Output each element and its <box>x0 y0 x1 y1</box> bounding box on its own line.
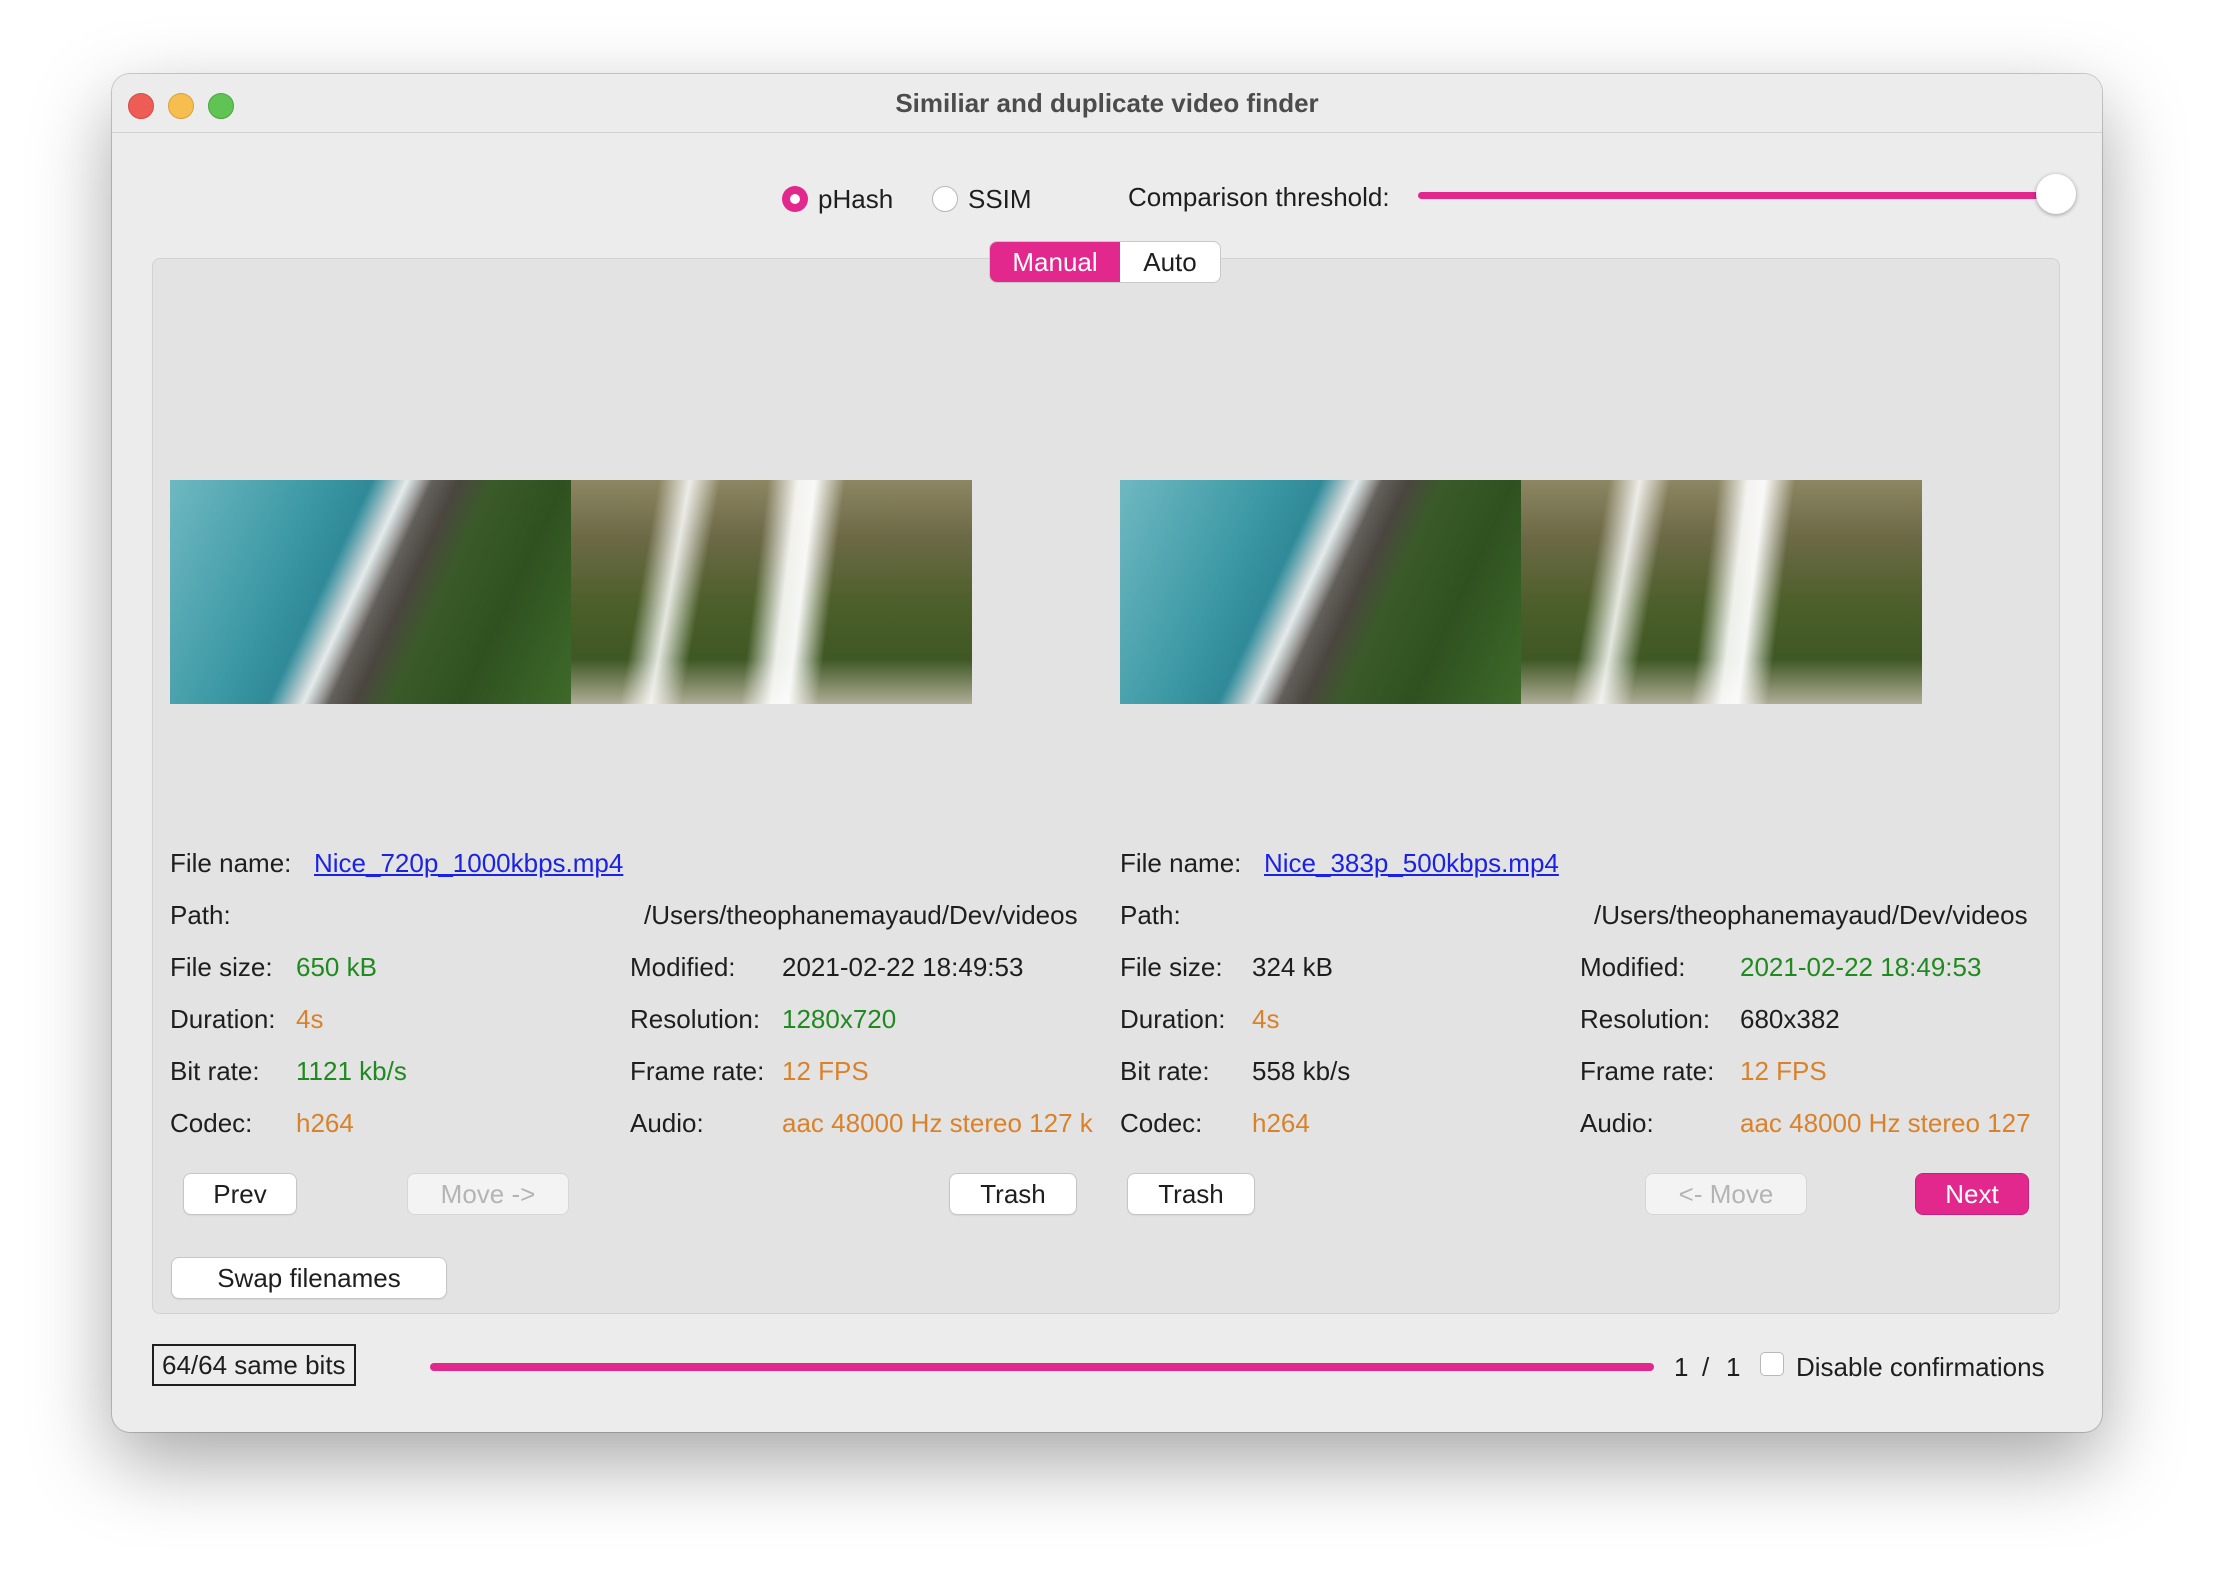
left-frame-coast <box>170 480 571 704</box>
right-duration-value: 4s <box>1252 1004 1280 1034</box>
tab-auto[interactable]: Auto <box>1120 242 1220 282</box>
right-audio-label: Audio: <box>1580 1108 1654 1138</box>
right-codec-label: Codec: <box>1120 1108 1203 1138</box>
comparison-progress-bar <box>430 1363 1654 1371</box>
right-video-thumbnail <box>1120 480 1922 704</box>
right-resolution-value: 680x382 <box>1740 1004 1840 1034</box>
right-path-value: /Users/theophanemayaud/Dev/videos <box>1594 900 2028 930</box>
right-modified-label: Modified: <box>1580 952 1686 982</box>
disable-confirmations-label[interactable]: Disable confirmations <box>1796 1352 2045 1383</box>
right-file-size-label: File size: <box>1120 952 1223 982</box>
right-duration-label: Duration: <box>1120 1004 1226 1034</box>
next-button[interactable]: Next <box>1916 1174 2028 1214</box>
left-video-thumbnail <box>170 480 972 704</box>
trash-left-button[interactable]: Trash <box>950 1174 1076 1214</box>
right-bit-rate-value: 558 kb/s <box>1252 1056 1351 1086</box>
total-count: 1 <box>1726 1352 1741 1382</box>
threshold-slider-knob[interactable] <box>2036 174 2076 214</box>
left-frame-rate-value: 12 FPS <box>782 1056 869 1086</box>
move-left-button[interactable]: <- Move <box>1646 1174 1806 1214</box>
radio-ssim-label[interactable]: SSIM <box>968 184 1032 215</box>
window-title: Similiar and duplicate video finder <box>895 88 1319 118</box>
right-frame-rate-label: Frame rate: <box>1580 1056 1715 1086</box>
disable-confirmations-checkbox[interactable] <box>1760 1352 1784 1376</box>
right-modified-value: 2021-02-22 18:49:53 <box>1740 952 1982 982</box>
current-index: 1 <box>1674 1352 1689 1382</box>
left-duration-label: Duration: <box>170 1004 276 1034</box>
right-file-name-link[interactable]: Nice_383p_500kbps.mp4 <box>1264 848 1559 879</box>
right-resolution-label: Resolution: <box>1580 1004 1711 1034</box>
left-file-name-link[interactable]: Nice_720p_1000kbps.mp4 <box>314 848 623 879</box>
left-codec-label: Codec: <box>170 1108 253 1138</box>
left-codec-value: h264 <box>296 1108 354 1138</box>
right-file-name-label: File name: <box>1120 848 1242 878</box>
right-audio-value: aac 48000 Hz stereo 127 <box>1740 1108 2031 1138</box>
left-modified-value: 2021-02-22 18:49:53 <box>782 952 1024 982</box>
left-file-name-label: File name: <box>170 848 292 878</box>
right-codec-value: h264 <box>1252 1108 1310 1138</box>
left-modified-label: Modified: <box>630 952 736 982</box>
title-bar: Similiar and duplicate video finder <box>112 74 2102 133</box>
move-right-button[interactable]: Move -> <box>408 1174 568 1214</box>
swap-filenames-button[interactable]: Swap filenames <box>172 1258 446 1298</box>
radio-phash[interactable] <box>782 186 808 212</box>
left-file-size-value: 650 kB <box>296 952 377 982</box>
left-bit-rate-value: 1121 kb/s <box>296 1056 407 1086</box>
threshold-slider-track[interactable] <box>1418 192 2074 199</box>
left-path-label: Path: <box>170 900 231 930</box>
left-audio-label: Audio: <box>630 1108 704 1138</box>
left-file-size-label: File size: <box>170 952 273 982</box>
right-file-size-value: 324 kB <box>1252 952 1333 982</box>
left-frame-waterfall <box>571 480 972 704</box>
threshold-label: Comparison threshold: <box>1128 182 1390 212</box>
left-audio-value: aac 48000 Hz stereo 127 k <box>782 1108 1093 1138</box>
prev-button[interactable]: Prev <box>184 1174 296 1214</box>
radio-ssim[interactable] <box>932 186 958 212</box>
right-path-label: Path: <box>1120 900 1181 930</box>
app-window: Similiar and duplicate video finder pHas… <box>112 74 2102 1432</box>
mode-tabs: Manual Auto <box>990 242 1220 282</box>
left-resolution-value: 1280x720 <box>782 1004 897 1034</box>
left-frame-rate-label: Frame rate: <box>630 1056 765 1086</box>
right-frame-waterfall <box>1521 480 1922 704</box>
left-path-value: /Users/theophanemayaud/Dev/videos <box>644 900 1078 930</box>
left-duration-value: 4s <box>296 1004 324 1034</box>
left-resolution-label: Resolution: <box>630 1004 761 1034</box>
index-separator: / <box>1702 1352 1710 1382</box>
right-frame-rate-value: 12 FPS <box>1740 1056 1827 1086</box>
tab-manual[interactable]: Manual <box>990 242 1120 282</box>
right-bit-rate-label: Bit rate: <box>1120 1056 1210 1086</box>
right-frame-coast <box>1120 480 1521 704</box>
radio-phash-label[interactable]: pHash <box>818 184 893 215</box>
comparison-panel <box>152 258 2060 1314</box>
same-bits-indicator: 64/64 same bits <box>152 1344 356 1386</box>
left-bit-rate-label: Bit rate: <box>170 1056 260 1086</box>
trash-right-button[interactable]: Trash <box>1128 1174 1254 1214</box>
